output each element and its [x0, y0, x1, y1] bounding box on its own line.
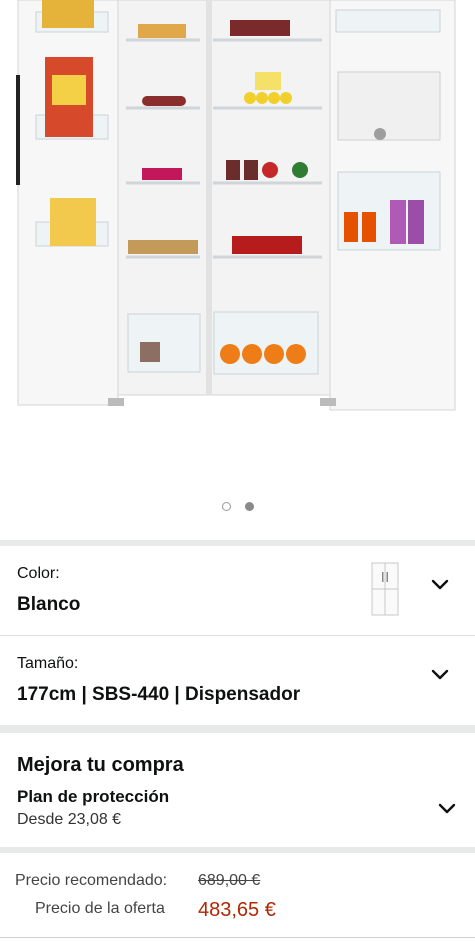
section-separator — [0, 725, 475, 733]
carousel-dot-1[interactable] — [221, 502, 231, 511]
upgrade-title: Mejora tu compra — [17, 754, 184, 776]
size-label: Tamaño: — [17, 655, 79, 672]
size-value: 177cm | SBS-440 | Dispensador — [17, 684, 301, 705]
carousel-dot-2-active[interactable] — [244, 502, 254, 511]
list-price-label: Precio recomendado: — [15, 872, 168, 889]
deal-price-label: Precio de la oferta — [35, 900, 165, 917]
chevron-down-icon[interactable] — [430, 575, 450, 595]
plan-title: Plan de protección — [17, 787, 170, 806]
deal-price: 483,65 € — [198, 899, 276, 921]
size-selector[interactable]: Tamaño: 177cm | SBS-440 | Dispensador — [0, 636, 475, 725]
chevron-down-icon[interactable] — [437, 799, 457, 819]
fridge-illustration — [16, 0, 456, 411]
bottom-divider — [0, 937, 475, 938]
pricing-section: Precio recomendado: 689,00 € Precio de l… — [0, 853, 475, 942]
chevron-down-icon[interactable] — [430, 665, 450, 685]
color-selector[interactable]: Color: Blanco — [0, 546, 475, 635]
protection-plan-section[interactable]: Mejora tu compra Plan de protección Desd… — [0, 733, 475, 847]
carousel-indicator — [0, 502, 475, 514]
fridge-thumbnail-icon — [371, 562, 399, 616]
plan-price: Desde 23,08 € — [17, 811, 122, 828]
product-image[interactable] — [0, 0, 475, 490]
color-value: Blanco — [17, 594, 81, 615]
list-price: 689,00 € — [198, 872, 261, 889]
color-label: Color: — [17, 565, 60, 582]
